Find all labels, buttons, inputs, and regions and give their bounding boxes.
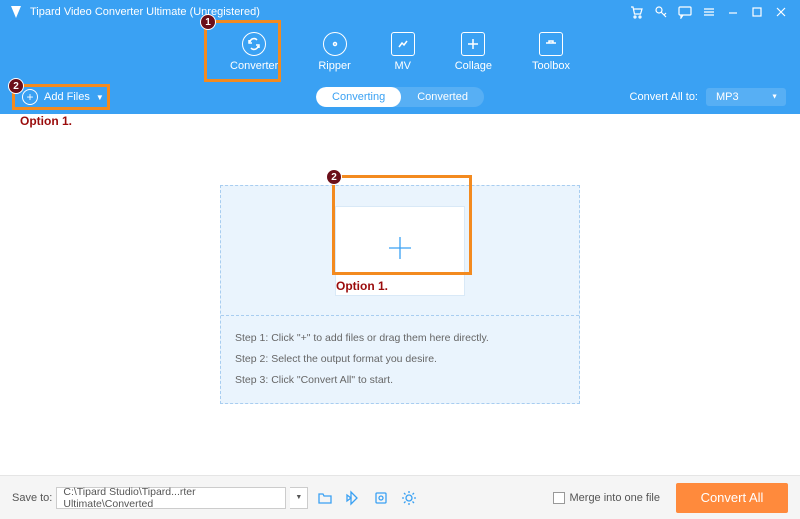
merge-checkbox[interactable]: Merge into one file [553, 492, 661, 504]
main-nav: Converter Ripper MV Collage Toolbox [0, 24, 800, 80]
tab-mv[interactable]: MV [391, 32, 415, 72]
toolbox-icon [539, 32, 563, 56]
gpu-button[interactable] [370, 487, 392, 509]
tab-toolbox[interactable]: Toolbox [532, 32, 570, 72]
seg-converting[interactable]: Converting [316, 87, 401, 107]
tab-ripper[interactable]: Ripper [318, 32, 350, 72]
minimize-button[interactable] [722, 1, 744, 23]
convert-all-button[interactable]: Convert All [676, 483, 788, 513]
save-to-label: Save to: [12, 492, 52, 504]
mv-icon [391, 32, 415, 56]
convert-all-label: Convert All [701, 490, 764, 505]
segment-control: Converting Converted [316, 87, 484, 107]
save-path-value: C:\Tipard Studio\Tipard...rter Ultimate\… [63, 486, 279, 510]
step-2: Step 2: Select the output format you des… [235, 349, 565, 370]
add-files-dropbox[interactable] [335, 206, 465, 296]
app-title: Tipard Video Converter Ultimate (Unregis… [30, 6, 260, 18]
app-logo-icon [8, 4, 24, 20]
checkbox-icon [553, 492, 565, 504]
menu-icon[interactable] [698, 1, 720, 23]
speed-button[interactable] [342, 487, 364, 509]
settings-button[interactable] [398, 487, 420, 509]
collage-icon [461, 32, 485, 56]
main-area: Step 1: Click "+" to add files or drag t… [0, 114, 800, 475]
plus-large-icon [385, 233, 415, 268]
maximize-button[interactable] [746, 1, 768, 23]
footer: Save to: C:\Tipard Studio\Tipard...rter … [0, 475, 800, 519]
convert-all-to-label: Convert All to: [630, 91, 698, 103]
plus-icon: + [22, 89, 38, 105]
step-1: Step 1: Click "+" to add files or drag t… [235, 328, 565, 349]
feedback-icon[interactable] [674, 1, 696, 23]
tab-label: MV [394, 60, 411, 72]
merge-label: Merge into one file [570, 492, 661, 504]
drop-zone: Step 1: Click "+" to add files or drag t… [220, 185, 580, 404]
seg-converted[interactable]: Converted [401, 87, 484, 107]
add-files-button[interactable]: + Add Files ▼ [14, 85, 112, 109]
tab-label: Ripper [318, 60, 350, 72]
save-path-dropdown[interactable]: ▼ [290, 487, 308, 509]
drop-zone-top [221, 186, 579, 316]
convert-all-to: Convert All to: MP3 [630, 88, 786, 106]
ripper-icon [323, 32, 347, 56]
converter-icon [242, 32, 266, 56]
output-format-select[interactable]: MP3 [706, 88, 786, 106]
tab-converter[interactable]: Converter [230, 32, 278, 72]
tab-label: Converter [230, 60, 278, 72]
open-folder-button[interactable] [314, 487, 336, 509]
cart-icon[interactable] [626, 1, 648, 23]
instructions: Step 1: Click "+" to add files or drag t… [221, 316, 579, 403]
tab-label: Collage [455, 60, 492, 72]
chevron-down-icon: ▼ [96, 93, 104, 102]
key-icon[interactable] [650, 1, 672, 23]
titlebar: Tipard Video Converter Ultimate (Unregis… [0, 0, 800, 24]
step-3: Step 3: Click "Convert All" to start. [235, 370, 565, 391]
output-format-value: MP3 [716, 91, 739, 103]
close-button[interactable] [770, 1, 792, 23]
add-files-label: Add Files [44, 91, 90, 103]
save-path-input[interactable]: C:\Tipard Studio\Tipard...rter Ultimate\… [56, 487, 286, 509]
tab-collage[interactable]: Collage [455, 32, 492, 72]
toolbar: + Add Files ▼ Converting Converted Conve… [0, 80, 800, 114]
tab-label: Toolbox [532, 60, 570, 72]
